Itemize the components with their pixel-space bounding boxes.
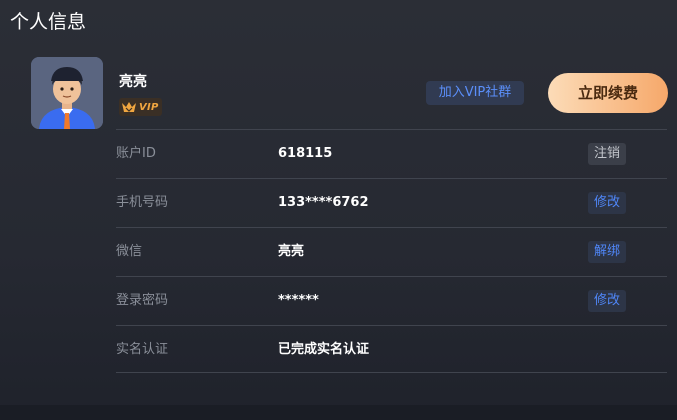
page-title: 个人信息 [10, 11, 87, 33]
vip-badge: VIP [119, 98, 162, 116]
vip-crown-icon [122, 102, 136, 112]
join-vip-community-button[interactable]: 加入VIP社群 [426, 81, 524, 105]
password-label: 登录密码 [116, 293, 169, 308]
wechat-label: 微信 [116, 244, 143, 259]
real-name-value: 已完成实名认证 [278, 342, 370, 357]
bottom-bar [0, 405, 677, 420]
info-row-real-name: 实名认证 已完成实名认证 [116, 326, 667, 374]
edit-password-button[interactable]: 修改 [588, 290, 627, 312]
info-row-wechat: 微信 亮亮 解绑 [116, 228, 667, 276]
account-id-value: 618115 [278, 146, 333, 161]
real-name-label: 实名认证 [116, 342, 169, 357]
avatar[interactable] [31, 57, 103, 129]
wechat-value: 亮亮 [278, 244, 305, 259]
renew-button[interactable]: 立即续费 [548, 73, 668, 113]
info-row-phone: 手机号码 133****6762 修改 [116, 179, 667, 227]
phone-label: 手机号码 [116, 195, 169, 210]
deactivate-account-button[interactable]: 注销 [588, 143, 627, 165]
edit-phone-button[interactable]: 修改 [588, 192, 627, 214]
account-id-label: 账户ID [116, 146, 156, 161]
vip-label: VIP [139, 101, 159, 113]
info-row-password: 登录密码 ****** 修改 [116, 277, 667, 325]
divider [116, 372, 667, 373]
username: 亮亮 [119, 74, 147, 90]
phone-value: 133****6762 [278, 195, 369, 210]
password-value: ****** [278, 293, 319, 308]
unbind-wechat-button[interactable]: 解绑 [588, 241, 627, 263]
info-row-account-id: 账户ID 618115 注销 [116, 130, 667, 178]
avatar-image [31, 57, 103, 129]
